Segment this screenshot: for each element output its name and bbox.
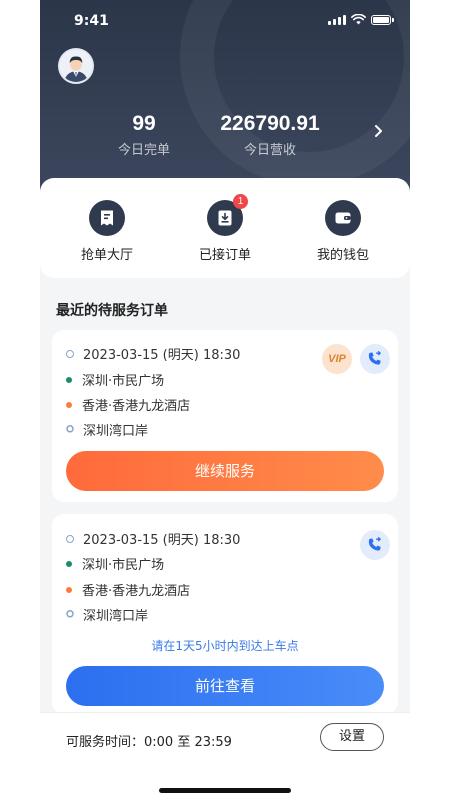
app-screen: 9:41 99 今日完单 226790.91 今日营收 抢单大厅 1 已接订单 …: [40, 0, 410, 800]
order-via: 香港·香港九龙酒店: [82, 584, 191, 599]
stat-label: 今日营收: [243, 143, 296, 158]
via-dot-icon: [66, 401, 72, 408]
order-via: 香港·香港九龙酒店: [82, 399, 191, 414]
order-card[interactable]: 2023-03-15 (明天) 18:30 深圳·市民广场 香港·香港九龙酒店 …: [52, 330, 398, 502]
wallet-icon: [325, 200, 361, 236]
vip-badge: VIP: [322, 344, 352, 374]
menu-item-label: 抢单大厅: [80, 248, 133, 263]
user-avatar-icon: [60, 50, 92, 82]
order-via-row: 香港·香港九龙酒店: [66, 580, 190, 599]
section-title: 最近的待服务订单: [56, 303, 168, 319]
order-time: 2023-03-15 (明天) 18:30: [83, 533, 241, 548]
menu-item-label: 我的钱包: [316, 248, 369, 263]
home-indicator[interactable]: [159, 788, 291, 793]
location-pin-icon: [66, 425, 74, 433]
pickup-dot-icon: [66, 560, 72, 567]
stat-revenue: 226790.91 今日营收: [200, 110, 340, 158]
arrival-hint: 请在1天5小时内到达上车点: [151, 639, 299, 653]
clock-icon: [66, 534, 74, 543]
order-card[interactable]: 2023-03-15 (明天) 18:30 深圳·市民广场 香港·香港九龙酒店 …: [52, 514, 398, 714]
call-button[interactable]: [360, 344, 390, 374]
via-dot-icon: [66, 586, 72, 593]
menu-item-wallet[interactable]: 我的钱包: [288, 200, 398, 263]
order-time-row: 2023-03-15 (明天) 18:30: [66, 529, 240, 548]
header-panel: 9:41 99 今日完单 226790.91 今日营收: [40, 0, 410, 205]
phone-icon: [368, 351, 381, 365]
service-time-text: 可服务时间：0:00 至 23:59: [66, 735, 232, 750]
settings-button[interactable]: 设置: [320, 723, 384, 751]
avatar[interactable]: [58, 48, 94, 84]
location-pin-icon: [66, 610, 74, 618]
call-button[interactable]: [360, 530, 390, 560]
menu-item-accepted-orders[interactable]: 1 已接订单: [170, 194, 280, 263]
document-icon: [89, 200, 125, 236]
signal-icon: [328, 14, 346, 25]
status-bar: 9:41: [40, 0, 410, 44]
chevron-right-icon[interactable]: [372, 123, 386, 139]
order-pickup: 深圳·市民广场: [82, 558, 165, 573]
pickup-dot-icon: [66, 376, 72, 383]
phone-icon: [368, 537, 381, 551]
quick-menu-card: 抢单大厅 1 已接订单 我的钱包: [40, 178, 410, 278]
notification-badge: 1: [233, 194, 248, 209]
stat-label: 今日完单: [117, 143, 170, 158]
stat-value: 99: [132, 112, 156, 135]
battery-icon: [371, 14, 391, 25]
order-pickup-row: 深圳·市民广场: [66, 370, 164, 389]
order-dropoff: 深圳湾口岸: [83, 609, 149, 624]
status-time: 9:41: [74, 13, 109, 29]
menu-item-order-hall[interactable]: 抢单大厅: [52, 200, 162, 263]
inbox-icon: 1: [207, 194, 248, 236]
battery-tip: [392, 17, 394, 22]
vip-icon: VIP: [328, 353, 346, 365]
order-dropoff-row: 深圳湾口岸: [66, 605, 148, 624]
order-via-row: 香港·香港九龙酒店: [66, 395, 190, 414]
order-dropoff-row: 深圳湾口岸: [66, 420, 148, 439]
stat-completed-orders: 99 今日完单: [94, 110, 194, 158]
order-pickup-row: 深圳·市民广场: [66, 554, 164, 573]
clock-icon: [66, 349, 74, 358]
status-icons: [328, 14, 394, 25]
continue-service-button[interactable]: 继续服务: [66, 451, 384, 491]
view-order-button[interactable]: 前往查看: [66, 666, 384, 706]
order-pickup: 深圳·市民广场: [82, 374, 165, 389]
order-dropoff: 深圳湾口岸: [83, 424, 149, 439]
footer-bar: 可服务时间：0:00 至 23:59 设置: [40, 712, 410, 800]
stat-value: 226790.91: [220, 112, 320, 135]
order-time: 2023-03-15 (明天) 18:30: [83, 348, 241, 363]
menu-item-label: 已接订单: [198, 248, 251, 263]
wifi-icon: [351, 14, 366, 25]
order-time-row: 2023-03-15 (明天) 18:30: [66, 344, 240, 363]
